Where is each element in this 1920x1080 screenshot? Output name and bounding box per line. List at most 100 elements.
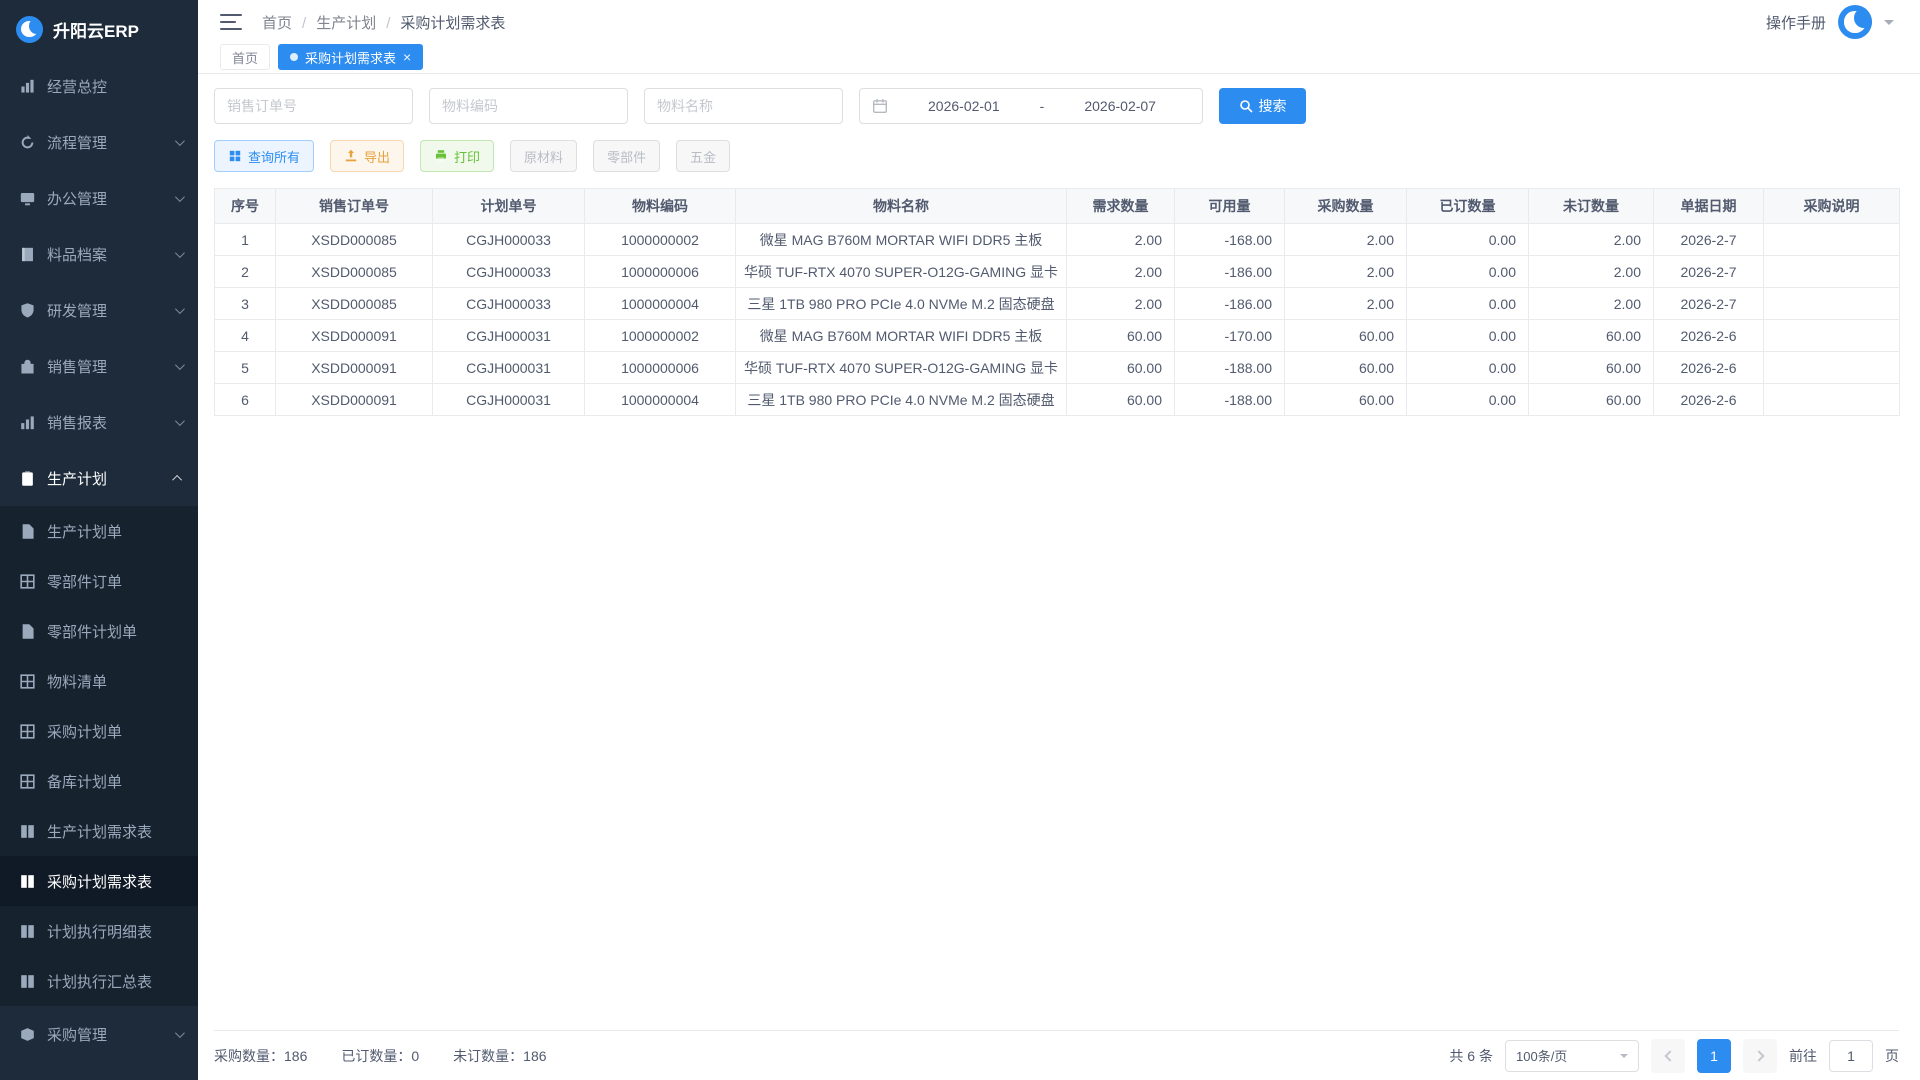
table-cell: 2026-2-7 bbox=[1654, 224, 1764, 256]
page-size-select[interactable]: 100条/页 bbox=[1505, 1040, 1639, 1072]
action-print-icon bbox=[434, 149, 448, 163]
chevron-down-icon bbox=[175, 192, 185, 202]
date-separator: - bbox=[1040, 98, 1045, 114]
table-cell: 4 bbox=[215, 320, 276, 352]
app-root: 升阳云ERP 经营总控流程管理办公管理料品档案研发管理销售管理销售报表生产计划生… bbox=[0, 0, 1920, 1080]
sidebar-item[interactable]: 流程管理 bbox=[0, 114, 198, 170]
collapse-menu-icon[interactable] bbox=[220, 14, 242, 30]
manual-link[interactable]: 操作手册 bbox=[1766, 12, 1826, 33]
table-row[interactable]: 1XSDD000085CGJH0000331000000002微星 MAG B7… bbox=[215, 224, 1900, 256]
table-cell: 0.00 bbox=[1407, 320, 1529, 352]
sidebar-item[interactable]: 采购管理 bbox=[0, 1006, 198, 1062]
sales-order-input[interactable] bbox=[214, 88, 413, 124]
pagination: 共 6 条 100条/页 1 前往 页 bbox=[1449, 1039, 1899, 1073]
sidebar-item[interactable]: 销售报表 bbox=[0, 394, 198, 450]
tab-home[interactable]: 首页 bbox=[220, 44, 270, 70]
sidebar-item[interactable]: 生产计划单 bbox=[0, 506, 198, 556]
action-button-label: 原材料 bbox=[524, 147, 563, 166]
chevron-down-icon bbox=[175, 1028, 185, 1038]
chevron-up-icon bbox=[172, 474, 182, 484]
topbar: 首页 生产计划 采购计划需求表 操作手册 bbox=[198, 0, 1920, 44]
table-row[interactable]: 3XSDD000085CGJH0000331000000004三星 1TB 98… bbox=[215, 288, 1900, 320]
chevron-right-icon bbox=[1753, 1050, 1764, 1061]
table-cell: 1000000004 bbox=[585, 384, 736, 416]
sidebar-item-label: 销售报表 bbox=[47, 412, 164, 433]
table-cell bbox=[1764, 256, 1900, 288]
sidebar-item-label: 流程管理 bbox=[47, 132, 164, 153]
table-cell: -168.00 bbox=[1175, 224, 1285, 256]
sidebar-item[interactable]: 零部件计划单 bbox=[0, 606, 198, 656]
table-cell: -186.00 bbox=[1175, 256, 1285, 288]
table-cell: 0.00 bbox=[1407, 352, 1529, 384]
page-1-button[interactable]: 1 bbox=[1697, 1039, 1731, 1073]
table-cell: XSDD000085 bbox=[276, 288, 433, 320]
table-cell: 1000000006 bbox=[585, 352, 736, 384]
menu-columns-icon bbox=[19, 923, 36, 940]
breadcrumb-production-plan[interactable]: 生产计划 bbox=[316, 12, 400, 33]
date-end[interactable]: 2026-02-07 bbox=[1050, 98, 1190, 114]
sidebar-item[interactable]: 物料清单 bbox=[0, 656, 198, 706]
sidebar-item[interactable]: 经营总控 bbox=[0, 58, 198, 114]
table-cell: 三星 1TB 980 PRO PCIe 4.0 NVMe M.2 固态硬盘 bbox=[736, 288, 1067, 320]
action-button-1[interactable]: 查询所有 bbox=[214, 140, 314, 172]
menu-file-icon bbox=[19, 523, 36, 540]
prev-page-button[interactable] bbox=[1651, 1039, 1685, 1073]
material-name-input[interactable] bbox=[644, 88, 843, 124]
sidebar-item[interactable]: 采购计划需求表 bbox=[0, 856, 198, 906]
table-row[interactable]: 5XSDD000091CGJH0000311000000006华硕 TUF-RT… bbox=[215, 352, 1900, 384]
menu-columns-icon bbox=[19, 823, 36, 840]
sidebar-item[interactable]: 备库计划单 bbox=[0, 756, 198, 806]
material-code-input[interactable] bbox=[429, 88, 628, 124]
sidebar-item[interactable]: 生产计划 bbox=[0, 450, 198, 506]
sidebar-item-label: 采购管理 bbox=[47, 1024, 164, 1045]
close-icon[interactable]: × bbox=[403, 50, 411, 64]
table-cell: 6 bbox=[215, 384, 276, 416]
table-cell: 0.00 bbox=[1407, 288, 1529, 320]
sidebar-item[interactable]: 采购计划单 bbox=[0, 706, 198, 756]
date-start[interactable]: 2026-02-01 bbox=[894, 98, 1034, 114]
goto-page-input[interactable] bbox=[1829, 1040, 1873, 1072]
table-cell: 1000000002 bbox=[585, 224, 736, 256]
sidebar-item-label: 办公管理 bbox=[47, 188, 164, 209]
sidebar-item[interactable]: 零部件订单 bbox=[0, 556, 198, 606]
table-row[interactable]: 4XSDD000091CGJH0000311000000002微星 MAG B7… bbox=[215, 320, 1900, 352]
table-cell: -188.00 bbox=[1175, 384, 1285, 416]
table-row[interactable]: 6XSDD000091CGJH0000311000000004三星 1TB 98… bbox=[215, 384, 1900, 416]
requirements-table: 序号销售订单号计划单号物料编码物料名称需求数量可用量采购数量已订数量未订数量单据… bbox=[214, 188, 1900, 416]
sidebar-item[interactable]: 料品档案 bbox=[0, 226, 198, 282]
main-area: 首页 生产计划 采购计划需求表 操作手册 首页采购计划需求表× bbox=[198, 0, 1920, 1080]
next-page-button[interactable] bbox=[1743, 1039, 1777, 1073]
action-button-2[interactable]: 导出 bbox=[330, 140, 404, 172]
caret-down-icon[interactable] bbox=[1884, 20, 1894, 30]
table-cell bbox=[1764, 352, 1900, 384]
sidebar-item[interactable]: 车间设置 bbox=[0, 1062, 198, 1080]
sidebar-item-label: 备库计划单 bbox=[47, 771, 182, 792]
sidebar-item[interactable]: 研发管理 bbox=[0, 282, 198, 338]
stat-label: 采购数量： bbox=[214, 1048, 284, 1064]
table-cell: 2.00 bbox=[1529, 288, 1654, 320]
column-header: 物料编码 bbox=[585, 189, 736, 224]
tab-active[interactable]: 采购计划需求表× bbox=[278, 44, 423, 70]
column-header: 需求数量 bbox=[1067, 189, 1175, 224]
table-area: 序号销售订单号计划单号物料编码物料名称需求数量可用量采购数量已订数量未订数量单据… bbox=[214, 188, 1899, 1031]
column-header: 序号 bbox=[215, 189, 276, 224]
table-cell: CGJH000033 bbox=[433, 288, 585, 320]
search-button[interactable]: 搜索 bbox=[1219, 88, 1306, 124]
avatar[interactable] bbox=[1838, 5, 1872, 39]
sidebar-item[interactable]: 生产计划需求表 bbox=[0, 806, 198, 856]
sidebar-item[interactable]: 销售管理 bbox=[0, 338, 198, 394]
action-button-label: 导出 bbox=[364, 147, 390, 166]
table-cell bbox=[1764, 384, 1900, 416]
sidebar-item[interactable]: 办公管理 bbox=[0, 170, 198, 226]
table-body: 1XSDD000085CGJH0000331000000002微星 MAG B7… bbox=[215, 224, 1900, 416]
sidebar-item[interactable]: 计划执行明细表 bbox=[0, 906, 198, 956]
breadcrumb-home[interactable]: 首页 bbox=[262, 12, 316, 33]
sidebar-item[interactable]: 计划执行汇总表 bbox=[0, 956, 198, 1006]
sidebar-item-label: 零部件计划单 bbox=[47, 621, 182, 642]
action-grid4-icon bbox=[228, 149, 242, 163]
action-button-3[interactable]: 打印 bbox=[420, 140, 494, 172]
table-cell: 1000000006 bbox=[585, 256, 736, 288]
date-range-picker[interactable]: 2026-02-01 - 2026-02-07 bbox=[859, 88, 1203, 124]
table-row[interactable]: 2XSDD000085CGJH0000331000000006华硕 TUF-RT… bbox=[215, 256, 1900, 288]
goto-label: 前往 bbox=[1789, 1046, 1817, 1066]
